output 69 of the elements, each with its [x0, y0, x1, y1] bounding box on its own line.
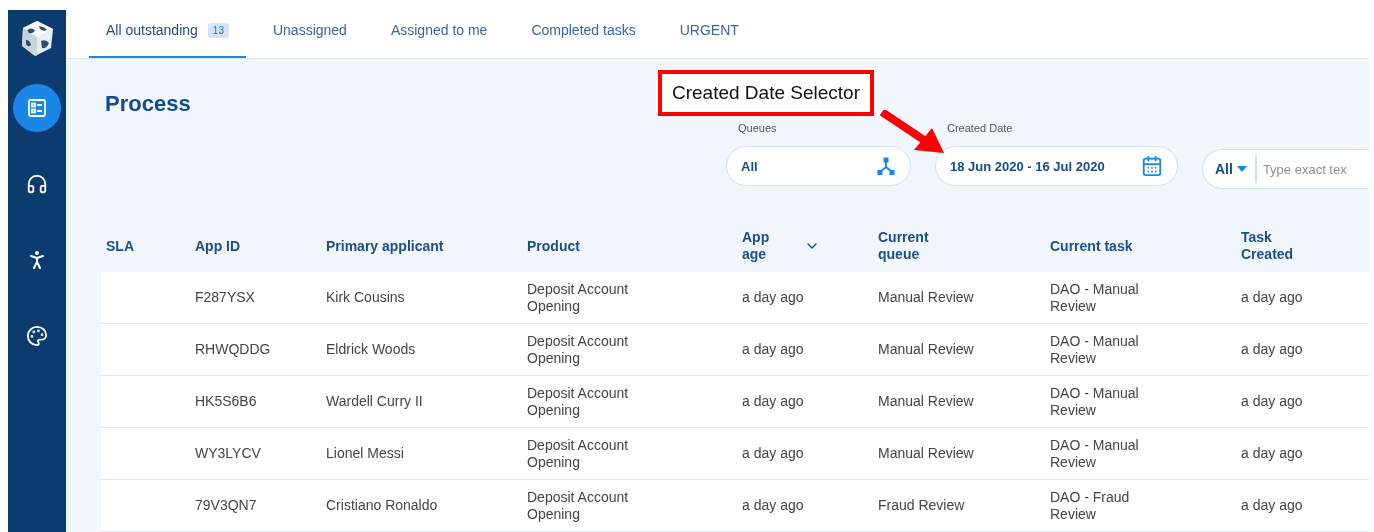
table-cell-text: DAO - Manual Review — [1050, 384, 1140, 419]
table-cell-text: DAO - Fraud Review — [1050, 488, 1131, 523]
table-cell: a day ago — [742, 497, 804, 514]
table-cell: HK5S6B6 — [195, 393, 257, 410]
table-cell: Kirk Cousins — [326, 289, 405, 306]
table-cell: a day ago — [1241, 289, 1303, 306]
table-cell: Eldrick Woods — [326, 341, 416, 358]
column-header: SLA — [106, 237, 134, 255]
tab[interactable]: Unassigned — [255, 14, 364, 58]
column-header: App ID — [195, 237, 241, 255]
caret-icon — [1236, 166, 1247, 172]
sidebar-button[interactable] — [13, 84, 61, 132]
search-field[interactable]: All Type exact tex — [1202, 149, 1369, 189]
table-cell-text: Deposit Account Opening — [527, 436, 630, 471]
field-label: Queues — [738, 122, 778, 134]
annotation-callout: Created Date Selector — [658, 70, 874, 116]
table-cell: a day ago — [1241, 393, 1303, 410]
table-cell-text: Deposit Account Opening — [527, 384, 630, 419]
network-icon — [876, 156, 896, 176]
table-row[interactable]: 79V3QN7 Cristiano Ronaldo Deposit Account Opening a day ago Fraud Review DAO - Fraud Review a day ago — [101, 480, 1369, 532]
tab[interactable]: Assigned to me — [373, 14, 505, 58]
table-cell: a day ago — [742, 393, 804, 410]
table-cell: Manual Review — [878, 341, 974, 358]
table-cell: a day ago — [1241, 341, 1303, 358]
annotation-arrow — [880, 110, 946, 154]
field-label: Created Date — [947, 122, 1014, 134]
table-cell: Manual Review — [878, 289, 974, 306]
column-header: Current task — [1050, 237, 1133, 255]
table-cell: RHWQDDG — [195, 341, 271, 358]
table-cell-text: DAO - Manual Review — [1050, 332, 1140, 367]
table-cell: a day ago — [1241, 445, 1303, 462]
table-cell-text: Deposit Account Opening — [527, 280, 630, 315]
table-cell-text: Deposit Account Opening — [527, 332, 630, 367]
table-cell: WY3LYCV — [195, 445, 261, 462]
table-cell: Manual Review — [878, 445, 974, 462]
table-row[interactable]: F287YSX Kirk Cousins Deposit Account Opening a day ago Manual Review DAO - Manual Review a day ago — [101, 272, 1369, 324]
table-cell: Fraud Review — [878, 497, 965, 514]
table-cell: 79V3QN7 — [195, 497, 257, 514]
table-row[interactable]: HK5S6B6 Wardell Curry II Deposit Account Opening a day ago Manual Review DAO - Manual Review a day ago — [101, 376, 1369, 428]
tab[interactable]: Completed tasks — [514, 14, 653, 58]
table-cell: a day ago — [742, 445, 804, 462]
table-cell-text: DAO - Manual Review — [1050, 436, 1140, 471]
column-header: Current queue — [878, 229, 930, 263]
table-cell: a day ago — [1241, 497, 1303, 514]
table-cell: F287YSX — [195, 289, 255, 306]
table-cell: a day ago — [742, 289, 804, 306]
table-cell-text: DAO - Manual Review — [1050, 280, 1140, 315]
column-header: Primary applicant — [326, 237, 444, 255]
table-cell: Manual Review — [878, 393, 974, 410]
table-cell: Cristiano Ronaldo — [326, 497, 438, 514]
table-row[interactable]: RHWQDDG Eldrick Woods Deposit Account Opening a day ago Manual Review DAO - Manual Review a day ago — [101, 324, 1369, 376]
table-cell: Wardell Curry II — [326, 393, 423, 410]
table-cell-text: Deposit Account Opening — [527, 488, 630, 523]
count-badge: 13 — [207, 23, 229, 38]
table-cell: Lionel Messi — [326, 445, 404, 462]
scope-dropdown[interactable]: All — [1215, 155, 1257, 183]
column-header: Product — [527, 237, 580, 255]
date-range-field[interactable]: 18 Jun 2020 - 16 Jul 2020 — [935, 146, 1178, 186]
table-cell: a day ago — [742, 341, 804, 358]
calendar-icon — [1141, 155, 1163, 177]
list-icon — [27, 98, 47, 118]
palette-icon — [26, 325, 48, 347]
column-header: Task Created — [1241, 229, 1295, 263]
page-title: Process — [105, 91, 191, 117]
table-row[interactable]: WY3LYCV Lionel Messi Deposit Account Opening a day ago Manual Review DAO - Manual Review a day ago — [101, 428, 1369, 480]
column-header[interactable]: App age — [742, 229, 782, 263]
tab[interactable]: URGENT — [662, 14, 756, 58]
queue-select[interactable]: All — [726, 146, 911, 186]
headphones-icon — [26, 173, 48, 195]
